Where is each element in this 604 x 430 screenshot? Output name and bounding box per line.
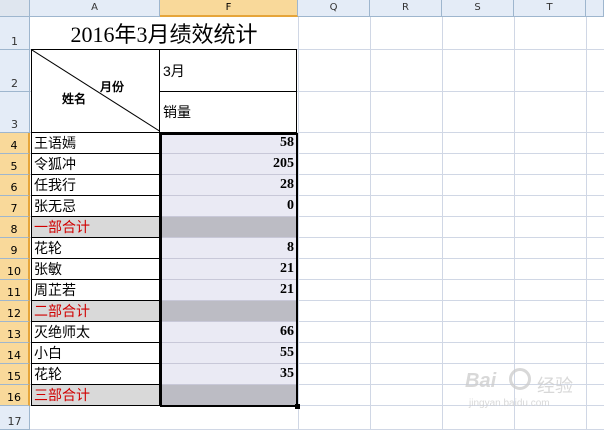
fill-handle[interactable] xyxy=(295,404,300,409)
baidu-watermark: Bai 经验 jingyan.baidu.com xyxy=(465,368,600,418)
selection-range[interactable] xyxy=(160,133,298,407)
row-header[interactable]: 7 xyxy=(0,196,30,217)
column-header-next[interactable] xyxy=(586,0,604,17)
subtotal-label-cell[interactable]: 三部合计 xyxy=(31,385,160,406)
column-header-r[interactable]: R xyxy=(370,0,442,17)
row-header[interactable]: 11 xyxy=(0,280,30,301)
employee-name-cell[interactable]: 令狐冲 xyxy=(31,154,160,175)
row-header[interactable]: 12 xyxy=(0,301,30,322)
watermark-brand: Bai xyxy=(465,370,497,392)
diagonal-line xyxy=(32,50,161,133)
column-header-f[interactable]: F xyxy=(160,0,298,17)
month-axis-label: 月份 xyxy=(100,80,125,94)
watermark-jingyan: 经验 xyxy=(537,376,573,397)
diagonal-header-cell[interactable]: 月份 姓名 xyxy=(31,50,161,133)
row-header[interactable]: 1 xyxy=(0,17,30,50)
subtotal-label-cell[interactable]: 二部合计 xyxy=(31,301,160,322)
employee-name-cell[interactable]: 王语嫣 xyxy=(31,133,160,154)
column-header-a[interactable]: A xyxy=(30,0,160,17)
row-header[interactable]: 8 xyxy=(0,217,30,238)
row-header[interactable]: 17 xyxy=(0,406,30,430)
subtotal-label-cell[interactable]: 一部合计 xyxy=(31,217,160,238)
column-header-s[interactable]: S xyxy=(442,0,514,17)
select-all-corner[interactable] xyxy=(0,0,30,17)
watermark-url: jingyan.baidu.com xyxy=(469,398,550,409)
name-axis-label: 姓名 xyxy=(62,92,87,106)
row-header[interactable]: 16 xyxy=(0,385,30,406)
row-header[interactable]: 10 xyxy=(0,259,30,280)
row-header[interactable]: 15 xyxy=(0,364,30,385)
gridline-vertical xyxy=(298,17,299,430)
row-header[interactable]: 9 xyxy=(0,238,30,259)
employee-name-cell[interactable]: 张无忌 xyxy=(31,196,160,217)
column-header-q[interactable]: Q xyxy=(298,0,370,17)
row-header[interactable]: 14 xyxy=(0,343,30,364)
gridline-vertical xyxy=(370,17,371,430)
row-header[interactable]: 6 xyxy=(0,175,30,196)
employee-name-cell[interactable]: 周芷若 xyxy=(31,280,160,301)
employee-name-cell[interactable]: 灭绝师太 xyxy=(31,322,160,343)
row-header[interactable]: 5 xyxy=(0,154,30,175)
row-header[interactable]: 4 xyxy=(0,133,30,154)
employee-name-cell[interactable]: 花轮 xyxy=(31,364,160,385)
gridline-vertical xyxy=(442,17,443,430)
column-header-t[interactable]: T xyxy=(514,0,586,17)
employee-name-cell[interactable]: 花轮 xyxy=(31,238,160,259)
month-value-cell[interactable]: 3月 xyxy=(160,50,297,92)
row-header[interactable]: 3 xyxy=(0,92,30,133)
employee-name-cell[interactable]: 任我行 xyxy=(31,175,160,196)
sales-label-cell[interactable]: 销量 xyxy=(160,92,297,133)
sheet-title[interactable]: 2016年3月绩效统计 xyxy=(31,17,297,50)
employee-name-cell[interactable]: 小白 xyxy=(31,343,160,364)
employee-name-cell[interactable]: 张敏 xyxy=(31,259,160,280)
row-header[interactable]: 2 xyxy=(0,50,30,92)
paw-icon xyxy=(509,368,531,390)
row-header[interactable]: 13 xyxy=(0,322,30,343)
